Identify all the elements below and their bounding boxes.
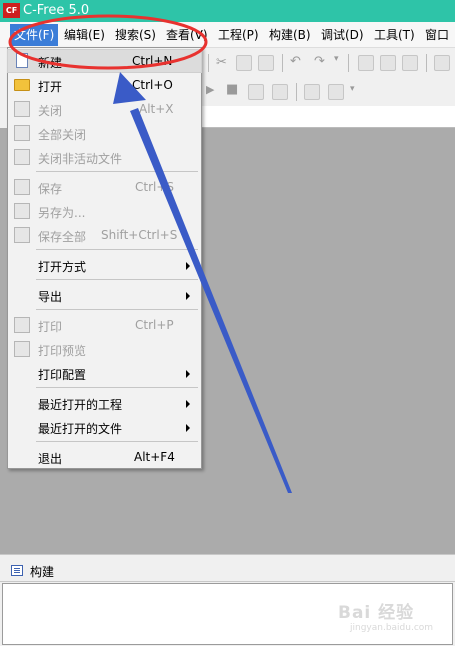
menu-item-new[interactable]: 新建 Ctrl+N bbox=[7, 49, 202, 73]
menu-separator bbox=[36, 279, 198, 280]
title-bar: CF C-Free 5.0 bbox=[0, 0, 455, 22]
menu-item-exit[interactable]: 退出 Alt+F4 bbox=[8, 446, 201, 468]
menu-item-close-all[interactable]: 全部关闭 bbox=[8, 122, 201, 144]
watermark-logo: Bai 经验 bbox=[338, 603, 415, 623]
menu-item-recent-projects[interactable]: 最近打开的工程 bbox=[8, 392, 201, 414]
build-toolbar: ▶ ■ ▾ bbox=[200, 78, 455, 106]
breakpoint-icon[interactable] bbox=[328, 84, 344, 100]
toolbar-separator bbox=[208, 54, 209, 72]
replace-icon[interactable] bbox=[402, 55, 418, 71]
menu-item-save-all[interactable]: 保存全部 Shift+Ctrl+S bbox=[8, 224, 201, 246]
build-panel-header: 构建 bbox=[0, 560, 455, 582]
menu-item-open[interactable]: 打开 Ctrl+O bbox=[8, 74, 201, 96]
toolbar-separator bbox=[296, 83, 297, 101]
submenu-arrow-icon bbox=[186, 262, 190, 270]
file-menu-dropdown: 新建 Ctrl+N 打开 Ctrl+O 关闭 Alt+X 全部关闭 关闭非活动文… bbox=[7, 47, 202, 469]
menu-item-export[interactable]: 导出 bbox=[8, 284, 201, 306]
menu-view[interactable]: 查看(V) bbox=[162, 24, 212, 46]
menu-separator bbox=[36, 387, 198, 388]
run-icon[interactable]: ▶ bbox=[206, 83, 214, 96]
submenu-arrow-icon bbox=[186, 424, 190, 432]
menu-item-open-with[interactable]: 打开方式 bbox=[8, 254, 201, 276]
menu-item-recent-files[interactable]: 最近打开的文件 bbox=[8, 416, 201, 438]
toolbar-separator bbox=[348, 54, 349, 72]
menu-file[interactable]: 文件(F) bbox=[10, 24, 59, 46]
submenu-arrow-icon bbox=[186, 400, 190, 408]
redo-dropdown-icon[interactable]: ▾ bbox=[334, 54, 339, 64]
redo-icon[interactable]: ↷ bbox=[314, 54, 325, 69]
menu-bar: 文件(F) 编辑(E) 搜索(S) 查看(V) 工程(P) 构建(B) 调试(D… bbox=[0, 22, 455, 48]
cut-icon[interactable]: ✂ bbox=[216, 55, 227, 70]
build-panel-icon bbox=[11, 565, 23, 576]
main-toolbar: ✂ ↶ ↷ ▾ bbox=[200, 48, 455, 78]
build-icon[interactable] bbox=[272, 84, 288, 100]
editor-tab-strip bbox=[200, 106, 455, 128]
goto-icon[interactable] bbox=[434, 55, 450, 71]
menu-edit[interactable]: 编辑(E) bbox=[60, 24, 109, 46]
print-preview-icon bbox=[14, 341, 30, 357]
menu-item-save[interactable]: 保存 Ctrl+S bbox=[8, 176, 201, 198]
undo-icon[interactable]: ↶ bbox=[290, 54, 301, 69]
menu-separator bbox=[36, 171, 198, 172]
toolbar-separator bbox=[426, 54, 427, 72]
menu-item-save-as[interactable]: 另存为... bbox=[8, 200, 201, 222]
menu-item-print[interactable]: 打印 Ctrl+P bbox=[8, 314, 201, 336]
toolbar-separator bbox=[282, 54, 283, 72]
watermark-url: jingyan.baidu.com bbox=[350, 623, 434, 633]
stop-icon[interactable]: ■ bbox=[226, 82, 238, 97]
close-all-icon bbox=[14, 125, 30, 141]
app-logo-icon: CF bbox=[3, 3, 20, 18]
compile-icon[interactable] bbox=[248, 84, 264, 100]
menu-separator bbox=[36, 309, 198, 310]
menu-debug[interactable]: 调试(D) bbox=[317, 24, 368, 46]
new-file-icon bbox=[16, 53, 28, 68]
copy-icon[interactable] bbox=[236, 55, 252, 71]
submenu-arrow-icon bbox=[186, 370, 190, 378]
submenu-arrow-icon bbox=[186, 292, 190, 300]
window-title: C-Free 5.0 bbox=[23, 3, 90, 18]
menu-project[interactable]: 工程(P) bbox=[214, 24, 263, 46]
menu-tools[interactable]: 工具(T) bbox=[370, 24, 419, 46]
open-folder-icon bbox=[14, 79, 30, 91]
save-as-icon bbox=[14, 203, 30, 219]
save-all-icon bbox=[14, 227, 30, 243]
paste-icon[interactable] bbox=[258, 55, 274, 71]
find-next-icon[interactable] bbox=[380, 55, 396, 71]
menu-window[interactable]: 窗口 bbox=[421, 24, 453, 46]
debug-icon[interactable] bbox=[304, 84, 320, 100]
find-icon[interactable] bbox=[358, 55, 374, 71]
debug-dropdown-icon[interactable]: ▾ bbox=[350, 84, 355, 94]
save-icon bbox=[14, 179, 30, 195]
close-inactive-icon bbox=[14, 149, 30, 165]
menu-item-close-inactive[interactable]: 关闭非活动文件 bbox=[8, 146, 201, 168]
close-file-icon bbox=[14, 101, 30, 117]
menu-separator bbox=[36, 249, 198, 250]
menu-separator bbox=[36, 441, 198, 442]
menu-build[interactable]: 构建(B) bbox=[265, 24, 315, 46]
menu-item-print-preview[interactable]: 打印预览 bbox=[8, 338, 201, 360]
print-icon bbox=[14, 317, 30, 333]
build-panel-title: 构建 bbox=[30, 565, 55, 579]
menu-item-close[interactable]: 关闭 Alt+X bbox=[8, 98, 201, 120]
menu-search[interactable]: 搜索(S) bbox=[111, 24, 160, 46]
menu-item-print-setup[interactable]: 打印配置 bbox=[8, 362, 201, 384]
